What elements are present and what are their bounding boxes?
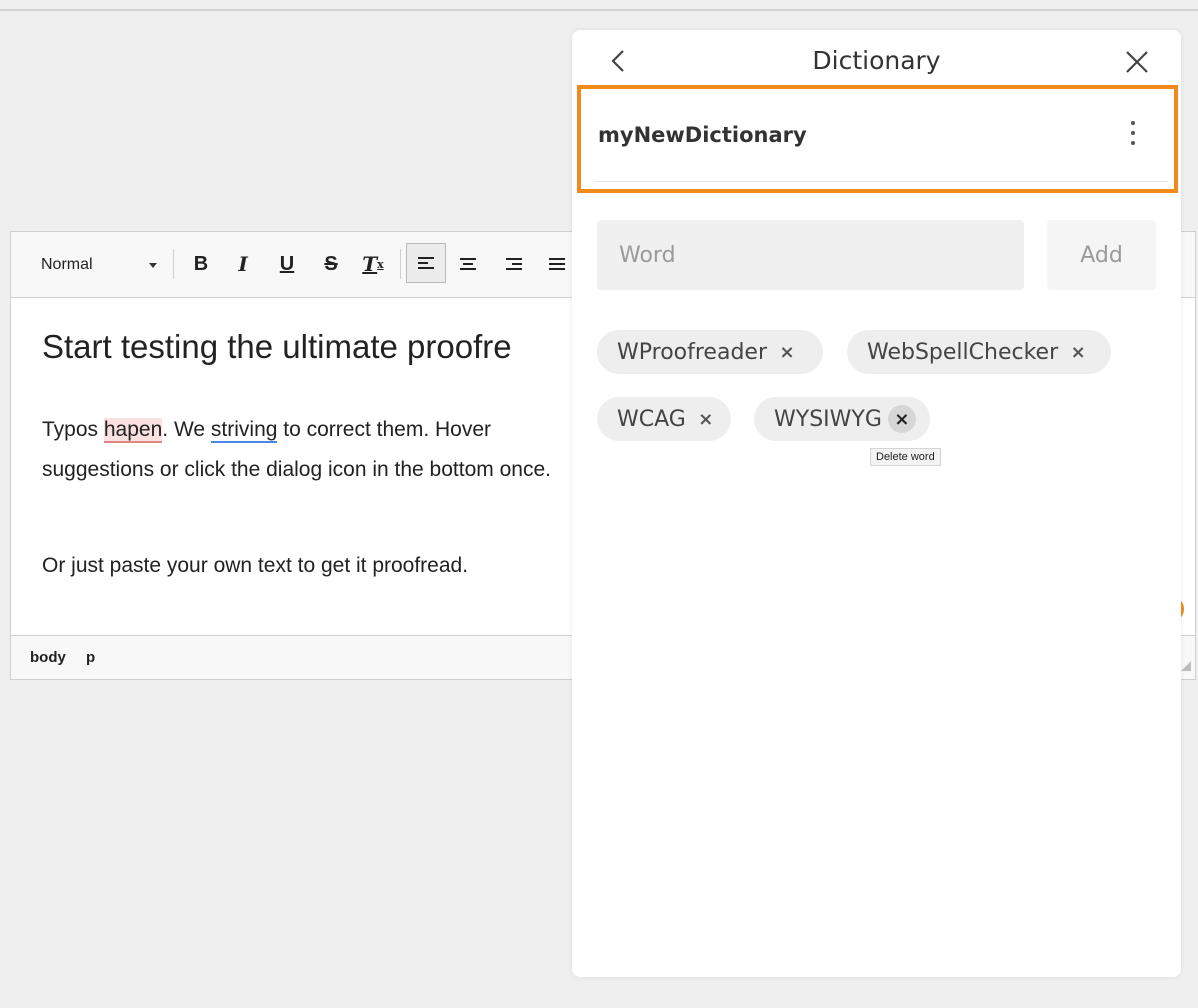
word-chip-label: WebSpellChecker (867, 339, 1059, 365)
close-icon[interactable] (1123, 48, 1151, 76)
delete-word-icon[interactable]: × (887, 405, 916, 433)
align-center-button[interactable] (454, 250, 482, 278)
align-center-icon (460, 255, 476, 273)
justify-button[interactable] (543, 250, 571, 278)
chevron-down-icon[interactable] (149, 263, 157, 268)
misspelled-word[interactable]: hapen (103, 418, 163, 443)
align-left-button[interactable] (406, 243, 446, 283)
word-chip: WebSpellChecker × (847, 330, 1111, 374)
resize-handle[interactable] (1181, 661, 1191, 671)
strikethrough-button[interactable]: S (317, 250, 345, 278)
justify-icon (549, 255, 565, 273)
text-run: . We (162, 418, 211, 441)
top-rule (0, 0, 1198, 11)
bold-button[interactable]: B (187, 250, 215, 278)
grammar-issue[interactable]: striving (210, 418, 278, 443)
delete-word-icon[interactable]: × (773, 338, 801, 366)
italic-button[interactable]: I (229, 250, 257, 278)
dictionary-name: myNewDictionary (598, 123, 807, 147)
element-path-p[interactable]: p (86, 649, 95, 666)
editor-paragraph: Typos hapen. We striving to correct them… (42, 410, 582, 490)
remove-format-button[interactable]: Tx (359, 250, 387, 278)
word-chip: WYSIWYG × (754, 397, 930, 441)
word-chip-label: WCAG (617, 406, 686, 432)
delete-word-icon[interactable]: × (1064, 338, 1092, 366)
element-path-body[interactable]: body (30, 649, 66, 666)
toolbar-divider (400, 249, 401, 279)
panel-title: Dictionary (812, 46, 941, 75)
remove-format-icon: T (362, 252, 378, 276)
word-input[interactable] (597, 220, 1024, 290)
underline-button[interactable]: U (273, 250, 301, 278)
toolbar-divider (173, 249, 174, 279)
add-word-button[interactable]: Add (1047, 220, 1156, 290)
align-right-button[interactable] (500, 250, 528, 278)
delete-word-tooltip: Delete word (870, 448, 941, 466)
text-run: Typos (42, 418, 104, 441)
word-chip: WProofreader × (597, 330, 823, 374)
word-chip: WCAG × (597, 397, 731, 441)
dictionary-panel: Dictionary myNewDictionary Add WProofrea… (572, 30, 1181, 977)
word-chip-label: WYSIWYG (774, 406, 882, 432)
divider (595, 181, 1168, 182)
delete-word-icon[interactable]: × (692, 405, 720, 433)
more-options-icon[interactable] (1129, 121, 1137, 149)
word-chip-label: WProofreader (617, 339, 767, 365)
remove-format-icon-sub: x (377, 257, 384, 271)
editor-heading: Start testing the ultimate proofre (42, 328, 512, 365)
editor-paragraph: Or just paste your own text to get it pr… (42, 554, 469, 577)
format-dropdown-label[interactable]: Normal (41, 256, 93, 274)
align-right-icon (506, 255, 522, 273)
dictionary-row[interactable]: myNewDictionary (577, 85, 1178, 193)
align-left-icon (418, 254, 434, 272)
